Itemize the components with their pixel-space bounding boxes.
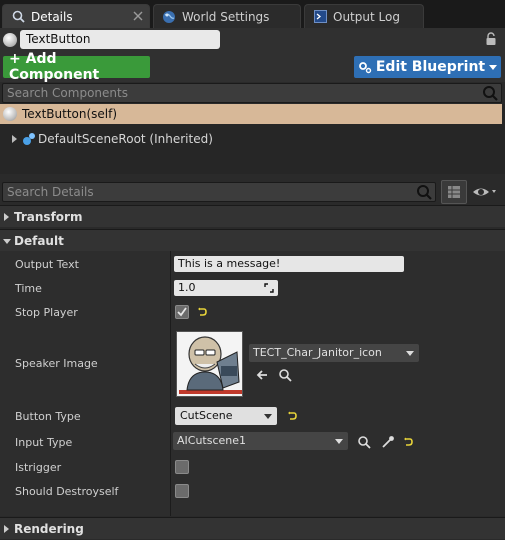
add-component-button[interactable]: + Add Component <box>3 51 150 83</box>
category-default[interactable]: Default <box>0 229 505 251</box>
chevron-down-icon <box>489 64 498 70</box>
checkmark-icon <box>177 307 187 317</box>
eyedropper-icon[interactable] <box>381 435 395 449</box>
tab-bar: Details World Settings Output Log <box>0 0 505 28</box>
globe-icon <box>162 10 176 24</box>
column-divider[interactable] <box>170 251 171 516</box>
object-name-row: TextButton <box>0 28 505 52</box>
stop-player-label: Stop Player <box>15 306 78 319</box>
janitor-portrait-image <box>177 332 242 396</box>
close-icon[interactable] <box>133 11 143 21</box>
search-details-input[interactable]: Search Details <box>2 182 436 202</box>
category-label: Default <box>14 234 64 248</box>
tab-details[interactable]: Details <box>2 4 150 28</box>
edit-blueprint-button[interactable]: Edit Blueprint <box>354 56 501 78</box>
istrigger-checkbox[interactable] <box>175 460 189 474</box>
speaker-image-asset-value: TECT_Char_Janitor_icon <box>253 346 382 359</box>
tab-label: Details <box>31 9 73 24</box>
view-options-button[interactable] <box>471 182 501 202</box>
search-details-placeholder: Search Details <box>7 185 94 199</box>
should-destroyself-checkbox[interactable] <box>175 484 189 498</box>
category-label: Rendering <box>14 522 84 536</box>
browse-search-icon[interactable] <box>357 435 371 449</box>
button-type-value: CutScene <box>180 409 233 422</box>
tab-world-settings[interactable]: World Settings <box>153 4 301 28</box>
tree-item-self[interactable]: TextButton(self) <box>0 104 502 124</box>
tab-output-log[interactable]: Output Log <box>304 4 424 28</box>
gears-icon <box>358 62 372 74</box>
search-components-placeholder: Search Components <box>7 86 128 100</box>
magnifier-icon <box>11 10 25 24</box>
should-destroyself-label: Should Destroyself <box>15 485 119 498</box>
sphere-icon <box>3 107 17 121</box>
search-components-input[interactable]: Search Components <box>2 83 502 103</box>
scene-component-icon <box>23 133 35 145</box>
stop-player-checkbox[interactable] <box>175 305 189 319</box>
search-icon <box>483 86 498 101</box>
tree-item-default-scene-root[interactable]: DefaultSceneRoot (Inherited) <box>0 129 300 149</box>
chevron-down-icon <box>406 351 414 356</box>
time-label: Time <box>15 282 42 295</box>
speaker-image-label: Speaker Image <box>15 357 98 370</box>
speaker-image-asset-combo[interactable]: TECT_Char_Janitor_icon <box>249 344 419 362</box>
reset-to-default-icon[interactable] <box>197 307 207 317</box>
component-tree: TextButton(self) DefaultSceneRoot (Inher… <box>0 104 505 174</box>
reset-to-default-icon[interactable] <box>287 411 297 421</box>
button-type-label: Button Type <box>15 410 81 423</box>
edit-blueprint-label: Edit Blueprint <box>375 59 486 75</box>
expand-arrow-icon <box>4 525 9 533</box>
chevron-down-icon <box>264 414 272 419</box>
category-rendering[interactable]: Rendering <box>0 517 505 539</box>
use-selected-arrow-icon[interactable] <box>255 368 269 382</box>
expand-arrow-icon <box>4 213 9 221</box>
input-type-value: AICutscene1 <box>177 434 247 447</box>
category-label: Transform <box>14 210 83 224</box>
button-type-combo[interactable]: CutScene <box>175 407 277 425</box>
resize-arrows-icon <box>264 283 274 293</box>
grid-icon <box>448 186 460 198</box>
tree-item-label: TextButton(self) <box>22 107 118 121</box>
lock-icon[interactable] <box>485 32 497 46</box>
input-type-label: Input Type <box>15 436 73 449</box>
chevron-down-icon <box>335 439 343 444</box>
speaker-image-thumbnail[interactable] <box>176 331 243 397</box>
tab-label: Output Log <box>333 9 400 24</box>
output-text-input[interactable]: This is a message! <box>174 256 404 272</box>
terminal-icon <box>313 10 327 24</box>
tree-item-label: DefaultSceneRoot (Inherited) <box>38 132 213 146</box>
istrigger-label: Istrigger <box>15 461 62 474</box>
collapse-arrow-icon <box>3 239 11 244</box>
object-name-field[interactable]: TextButton <box>20 30 220 49</box>
category-transform[interactable]: Transform <box>0 205 505 227</box>
time-value: 1.0 <box>178 281 196 294</box>
search-icon <box>417 185 432 200</box>
time-input[interactable]: 1.0 <box>174 280 278 296</box>
property-matrix-button[interactable] <box>441 180 467 204</box>
expand-arrow-icon[interactable] <box>12 135 17 143</box>
component-toolbar: + Add Component Edit Blueprint <box>0 51 505 83</box>
browse-search-icon[interactable] <box>278 368 292 382</box>
sphere-icon <box>3 33 17 47</box>
output-text-label: Output Text <box>15 258 79 271</box>
input-type-combo[interactable]: AICutscene1 <box>173 432 348 450</box>
eye-icon <box>473 188 496 196</box>
tab-label: World Settings <box>182 9 270 24</box>
reset-to-default-icon[interactable] <box>403 437 413 447</box>
